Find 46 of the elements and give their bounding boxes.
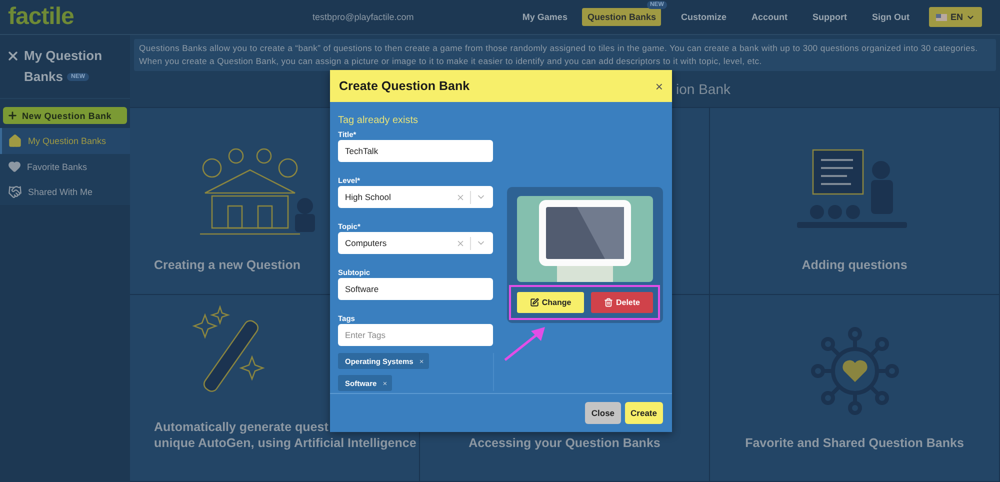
- card-title: Creating a new Question: [154, 257, 301, 273]
- card-title: unique AutoGen, using Artificial Intelligence: [154, 435, 416, 451]
- sidebar-item[interactable]: Favorite Banks: [0, 154, 130, 180]
- edit-icon: [530, 298, 539, 307]
- text-field[interactable]: Software: [338, 278, 493, 300]
- logo[interactable]: factile: [8, 3, 74, 31]
- nav-link[interactable]: Question Banks: [582, 8, 661, 26]
- intro-text: Questions Banks allow you to create a “bank” of questions to then create a game from those randomly assigned to tiles in the game. You can create a bank with up to 300 questions organized into 30 categories. When you create a Question Bank, you can assign a picture or image to it to make it easier to identify and you can add descriptors to it with topic, level, etc.: [134, 39, 996, 71]
- select-field[interactable]: Computers: [338, 232, 493, 254]
- nav-link[interactable]: Support: [807, 8, 852, 26]
- handshake-icon: [8, 185, 22, 200]
- card-title: Favorite and Shared Question Banks: [745, 435, 964, 451]
- close-button[interactable]: Close: [585, 402, 621, 424]
- new-question-bank-button[interactable]: New Question Bank: [3, 107, 127, 124]
- flag-icon: [936, 14, 948, 20]
- nav-link[interactable]: My Games: [517, 8, 572, 26]
- heart-icon: [8, 160, 21, 174]
- feature-card[interactable]: Favorite and Shared Question Banks: [710, 295, 1000, 482]
- warning-message: Tag already exists: [338, 115, 420, 126]
- plus-icon: [7, 110, 18, 122]
- text-field[interactable]: TechTalk: [338, 140, 493, 162]
- change-button[interactable]: Change: [517, 292, 584, 313]
- nav-link[interactable]: Sign Out: [866, 8, 914, 26]
- dialog-title: Create Question Bank: [339, 79, 470, 93]
- delete-button[interactable]: Delete: [591, 292, 653, 313]
- clear-icon[interactable]: [456, 238, 465, 248]
- clear-icon[interactable]: [456, 192, 465, 202]
- create-button[interactable]: Create: [624, 402, 663, 424]
- select-field[interactable]: High School: [338, 186, 493, 208]
- card-title: Automatically generate quest: [154, 419, 328, 435]
- feature-card[interactable]: Adding questions: [710, 108, 1000, 295]
- section-heading: ion Bank: [676, 81, 730, 97]
- language-button[interactable]: EN: [929, 7, 982, 27]
- sidebar-item[interactable]: My Question Banks: [0, 128, 130, 154]
- sidebar-item[interactable]: Shared With Me: [0, 179, 130, 206]
- card-title: Adding questions: [802, 257, 908, 273]
- nav-link[interactable]: Customize: [676, 8, 732, 26]
- tags-field[interactable]: Enter Tags: [338, 324, 493, 346]
- close-button[interactable]: ×: [655, 78, 663, 94]
- nav-link[interactable]: Account: [746, 8, 792, 26]
- home-icon: [8, 134, 22, 148]
- card-title: Accessing your Question Banks: [468, 435, 660, 451]
- pointer-arrow: [504, 327, 545, 361]
- close-icon[interactable]: [6, 49, 20, 63]
- trash-icon: [604, 298, 613, 307]
- account-email: testbpro@playfactile.com: [312, 12, 415, 22]
